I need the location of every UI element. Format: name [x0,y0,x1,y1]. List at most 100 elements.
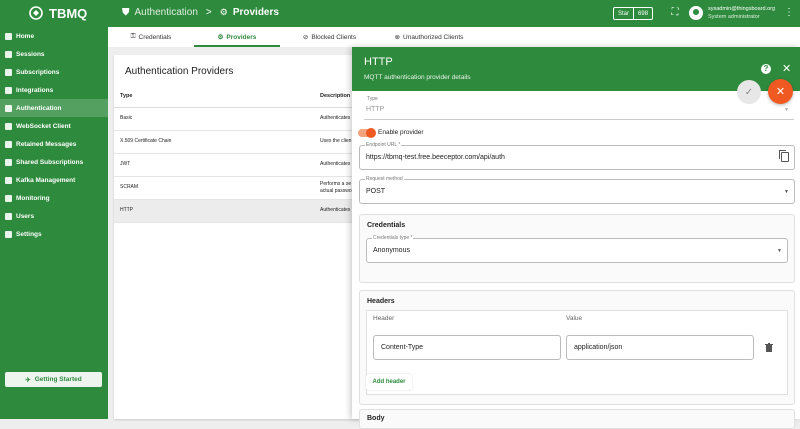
request-method-value: POST [366,188,386,195]
credentials-title: Credentials [367,222,406,229]
sidebar-item-label: Sessions [16,50,45,58]
providers-table: Type Description Basic Authenticates X.50… [114,85,374,223]
avatar[interactable] [689,6,703,20]
sidebar-item-label: Kafka Management [16,176,76,184]
share-icon [5,158,12,166]
body-section: Body [359,409,795,429]
user-info[interactable]: sysadmin@thingsboard.org System administ… [708,5,775,21]
headers-title: Headers [367,298,395,305]
table-row[interactable]: JWT Authenticates [114,153,374,177]
cell-type: JWT [114,153,314,177]
unauthorized-icon: ⊗ [394,34,401,41]
header-key-input[interactable]: Content-Type [373,335,561,360]
gear-icon: ⚙ [217,34,224,41]
sidebar-item-kafka-management[interactable]: Kafka Management [0,171,108,189]
add-header-button[interactable]: Add header [366,374,412,390]
chevron-down-icon: ▼ [777,248,782,254]
table-row[interactable]: X.509 Certificate Chain Uses the clien [114,130,374,154]
enable-provider-label: Enable provider [378,129,424,136]
sidebar-item-sessions[interactable]: Sessions [0,45,108,63]
websocket-icon [5,122,12,130]
sidebar-item-label: Integrations [16,86,54,94]
gear-icon: ⚙ [219,7,228,17]
sidebar-item-users[interactable]: Users [0,207,108,225]
sidebar: Home Sessions Subscriptions Integrations… [0,27,108,419]
rocket-icon: ✈ [25,376,31,384]
sidebar-item-label: Subscriptions [16,68,60,76]
request-method-select[interactable]: Request method POST ▼ [359,176,795,204]
cell-type: Basic [114,107,314,131]
home-icon [5,32,12,40]
sidebar-item-subscriptions[interactable]: Subscriptions [0,63,108,81]
page-title: Authentication Providers [125,66,234,77]
sidebar-item-label: Shared Subscriptions [16,158,84,166]
sidebar-item-label: Settings [16,230,42,238]
tab-providers[interactable]: ⚙ Providers [194,27,280,47]
delete-icon[interactable] [765,343,773,352]
app-title: TBMQ [49,5,88,21]
chart-icon [5,194,12,202]
request-method-label: Request method [365,176,404,182]
cell-type: HTTP [114,199,314,223]
tab-credentials[interactable]: ⚿ Credentials [108,27,194,47]
user-role: System administrator [708,14,760,20]
sidebar-item-label: WebSocket Client [16,122,71,130]
breadcrumb-parent[interactable]: Authentication [135,7,198,18]
more-vert-icon[interactable]: ⋮ [783,7,795,19]
cell-type: SCRAM [114,176,314,200]
sidebar-item-label: Users [16,212,35,220]
top-bar: TBMQ ⛊ Authentication > ⚙ Providers Star… [0,0,800,27]
endpoint-url-field[interactable]: Endpoint URL * https://tbmq-test.free.be… [359,142,795,170]
header-value-input[interactable]: application/json [566,335,754,360]
table-row[interactable]: Basic Authenticates [114,107,374,131]
users-icon [5,212,12,220]
column-header-type[interactable]: Type [114,85,314,108]
endpoint-url-label: Endpoint URL * [365,142,402,148]
filter-icon [5,68,12,76]
sidebar-item-authentication[interactable]: Authentication [0,99,108,117]
sidebar-item-label: Home [16,32,35,40]
fullscreen-icon[interactable]: ⛶ [669,7,681,19]
providers-card: Authentication Providers Type Descriptio… [114,55,374,419]
getting-started-button[interactable]: ✈ Getting Started [5,372,102,387]
value-column-label: Value [566,315,583,322]
table-row[interactable]: HTTP Authenticates [114,199,374,223]
kafka-icon [5,176,12,184]
sidebar-item-label: Retained Messages [16,140,77,148]
copy-icon[interactable] [779,150,789,162]
header-value-value: application/json [574,344,623,351]
sidebar-item-websocket-client[interactable]: WebSocket Client [0,117,108,135]
tab-blocked-clients[interactable]: ⊘ Blocked Clients [280,27,379,47]
close-icon[interactable]: ✕ [782,62,791,75]
sidebar-item-shared-subscriptions[interactable]: Shared Subscriptions [0,153,108,171]
sidebar-item-label: Monitoring [16,194,50,202]
app-logo[interactable]: TBMQ [28,5,87,21]
github-star-button[interactable]: Star 698 [613,7,654,20]
tab-unauthorized-clients[interactable]: ⊗ Unauthorized Clients [379,27,479,47]
type-label: Type [366,96,379,102]
table-row[interactable]: SCRAM Performs a se actual passwo [114,176,374,200]
user-email: sysadmin@thingsboard.org [708,6,776,12]
sidebar-item-retained-messages[interactable]: Retained Messages [0,135,108,153]
tbmq-logo-icon [29,6,43,20]
credentials-type-select[interactable]: Credentials type * Anonymous ▼ [366,235,788,263]
sidebar-item-integrations[interactable]: Integrations [0,81,108,99]
panel-title: HTTP [364,56,393,68]
chevron-down-icon: ▼ [784,189,789,195]
tab-label: Blocked Clients [311,33,357,41]
shield-icon: ⛊ [122,7,130,18]
github-star-label: Star [618,10,630,17]
sidebar-item-settings[interactable]: Settings [0,225,108,243]
panel-header: HTTP MQTT authentication provider detail… [352,47,800,91]
tab-label: Credentials [138,33,172,41]
credentials-icon: ⚿ [130,33,136,40]
sidebar-item-home[interactable]: Home [0,27,108,45]
panel-subtitle: MQTT authentication provider details [364,74,471,81]
header-column-label: Header [373,315,395,322]
enable-provider-toggle[interactable] [358,128,376,138]
breadcrumb-current: Providers [232,7,279,18]
help-icon[interactable]: ? [761,64,771,74]
gear-icon [5,230,12,238]
endpoint-url-value: https://tbmq-test.free.beeceptor.com/api… [366,154,505,161]
sidebar-item-monitoring[interactable]: Monitoring [0,189,108,207]
